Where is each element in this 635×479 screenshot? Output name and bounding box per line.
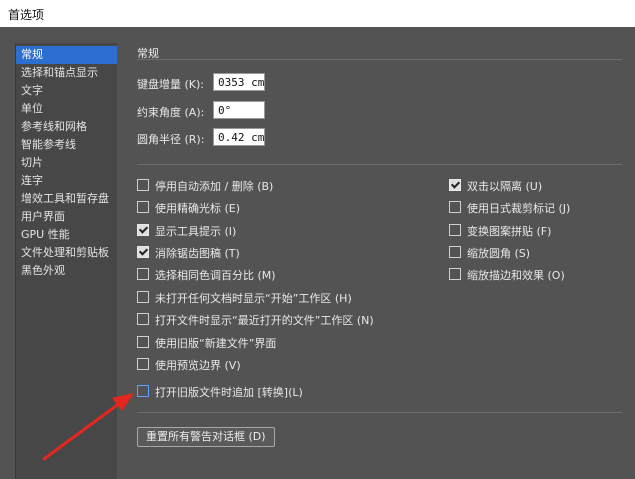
- checkbox[interactable]: [449, 201, 461, 213]
- sidebar-item-guides-grid[interactable]: 参考线和网格: [16, 118, 117, 136]
- general-panel: 常规 键盘增量 (K): 0353 cm 约束角度 (A): 0° 圆角半径 (…: [117, 27, 635, 479]
- option-label: 消除锯齿图稿 (T): [155, 247, 240, 260]
- option-label: 显示工具提示 (I): [155, 225, 237, 238]
- option-label: 双击以隔离 (U): [467, 180, 543, 193]
- sidebar-item-units[interactable]: 单位: [16, 100, 117, 118]
- checkbox[interactable]: [137, 291, 149, 303]
- checkbox-checked[interactable]: [137, 224, 149, 236]
- constrain-angle-input[interactable]: 0°: [213, 101, 265, 119]
- checkbox[interactable]: [137, 336, 149, 348]
- option-label: 缩放描边和效果 (O): [467, 269, 565, 282]
- title-bar: 首选项: [0, 0, 635, 27]
- sidebar-item-hyphenation[interactable]: 连字: [16, 172, 117, 190]
- sidebar-item-plugins-scratch[interactable]: 增效工具和暂存盘: [16, 190, 117, 208]
- option-label: 变换图案拼贴 (F): [467, 225, 552, 238]
- checkbox[interactable]: [137, 268, 149, 280]
- option-label: 缩放圆角 (S): [467, 247, 531, 260]
- checkbox[interactable]: [449, 268, 461, 280]
- checkbox[interactable]: [137, 385, 149, 397]
- corner-radius-input[interactable]: 0.42 cm: [213, 128, 265, 146]
- option-label: 使用日式裁剪标记 (J): [467, 202, 571, 215]
- sidebar-item-selection-anchor[interactable]: 选择和锚点显示: [16, 64, 117, 82]
- preferences-sidebar: 常规 选择和锚点显示 文字 单位 参考线和网格 智能参考线 切片 连字 增效工具…: [15, 43, 117, 479]
- sidebar-item-file-clipboard[interactable]: 文件处理和剪贴板: [16, 244, 117, 262]
- checkbox-checked[interactable]: [449, 179, 461, 191]
- fields-divider: [137, 164, 622, 165]
- checkbox[interactable]: [137, 358, 149, 370]
- options-divider: [137, 412, 622, 413]
- option-label: 停用自动添加 / 删除 (B): [155, 180, 274, 193]
- keyboard-increment-input[interactable]: 0353 cm: [213, 73, 265, 91]
- checkbox[interactable]: [137, 201, 149, 213]
- sidebar-item-general[interactable]: 常规: [16, 46, 117, 64]
- sidebar-item-slices[interactable]: 切片: [16, 154, 117, 172]
- option-label: 打开文件时显示“最近打开的文件”工作区 (N): [155, 314, 374, 327]
- keyboard-increment-label: 键盘增量 (K):: [137, 78, 204, 91]
- option-label: 使用预览边界 (V): [155, 359, 241, 372]
- checkbox[interactable]: [449, 246, 461, 258]
- constrain-angle-label: 约束角度 (A):: [137, 106, 205, 119]
- sidebar-item-black-appearance[interactable]: 黑色外观: [16, 262, 117, 280]
- option-label: 使用旧版“新建文件”界面: [155, 337, 277, 350]
- option-label: 打开旧版文件时追加 [转换](L): [155, 386, 303, 399]
- sidebar-item-type[interactable]: 文字: [16, 82, 117, 100]
- checkbox-checked[interactable]: [137, 246, 149, 258]
- section-divider: [137, 59, 622, 60]
- sidebar-item-smart-guides[interactable]: 智能参考线: [16, 136, 117, 154]
- corner-radius-label: 圆角半径 (R):: [137, 133, 205, 146]
- option-label: 选择相同色调百分比 (M): [155, 269, 276, 282]
- checkbox[interactable]: [137, 179, 149, 191]
- sidebar-item-user-interface[interactable]: 用户界面: [16, 208, 117, 226]
- window-title: 首选项: [8, 8, 45, 22]
- checkbox[interactable]: [137, 313, 149, 325]
- sidebar-item-gpu[interactable]: GPU 性能: [16, 226, 117, 244]
- reset-warnings-button[interactable]: 重置所有警告对话框 (D): [137, 427, 275, 447]
- option-label: 使用精确光标 (E): [155, 202, 241, 215]
- checkbox[interactable]: [449, 224, 461, 236]
- option-label: 未打开任何文档时显示“开始”工作区 (H): [155, 292, 352, 305]
